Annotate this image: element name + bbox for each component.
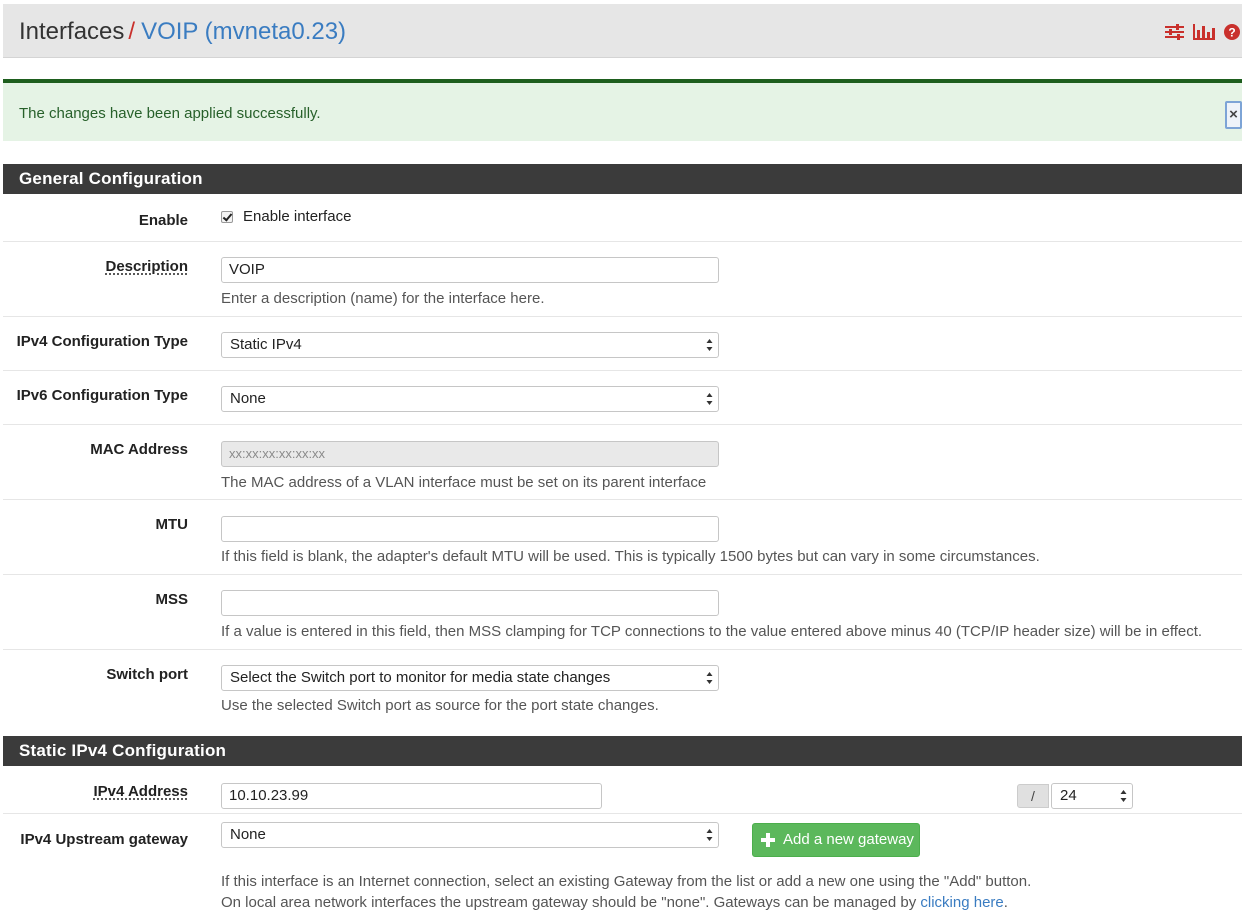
description-input[interactable]: VOIP: [221, 257, 719, 283]
select-arrows-icon: [1120, 790, 1127, 802]
ipv4-type-select[interactable]: Static IPv4: [221, 332, 719, 358]
mtu-help: If this field is blank, the adapter's de…: [221, 548, 1040, 565]
add-gateway-label: Add a new gateway: [783, 831, 914, 848]
breadcrumb-current[interactable]: VOIP (mvneta0.23): [141, 18, 346, 45]
svg-text:?: ?: [1228, 26, 1235, 40]
gateway-value: None: [230, 826, 266, 843]
breadcrumb-separator: /: [128, 18, 136, 45]
gateway-manage-link[interactable]: clicking here: [920, 894, 1003, 911]
gateway-help-line1: If this interface is an Internet connect…: [221, 873, 1032, 890]
gateway-row: IPv4 Upstream gateway None Add a new gat…: [3, 814, 1242, 914]
add-gateway-button[interactable]: Add a new gateway: [752, 823, 920, 857]
sliders-icon[interactable]: [1165, 24, 1184, 40]
bar-chart-icon[interactable]: [1193, 24, 1215, 40]
mss-input[interactable]: [221, 590, 719, 616]
ipv6-type-value: None: [230, 390, 266, 407]
mac-input[interactable]: xx:xx:xx:xx:xx:xx: [221, 441, 719, 467]
switch-port-help: Use the selected Switch port as source f…: [221, 697, 659, 714]
panel-title: Static IPv4 Configuration: [3, 736, 1242, 766]
help-icon[interactable]: ?: [1224, 24, 1240, 40]
description-help: Enter a description (name) for the inter…: [221, 290, 545, 307]
select-arrows-icon: [706, 829, 713, 841]
page-header: Interfaces / VOIP (mvneta0.23) ?: [3, 4, 1242, 58]
select-arrows-icon: [706, 393, 713, 405]
header-icons: ?: [1165, 24, 1240, 40]
mss-label: MSS: [155, 591, 188, 608]
gateway-help-end: .: [1003, 894, 1008, 911]
switch-port-value: Select the Switch port to monitor for me…: [230, 669, 611, 686]
static-ipv4-panel: Static IPv4 Configuration IPv4 Address 1…: [3, 736, 1242, 914]
success-alert: The changes have been applied successful…: [3, 79, 1242, 141]
mac-label: MAC Address: [90, 441, 188, 458]
enable-row: Enable Enable interface: [3, 194, 1242, 242]
gateway-help-line2: On local area network interfaces the ups…: [221, 894, 1008, 911]
breadcrumb-root[interactable]: Interfaces: [19, 18, 124, 45]
gateway-select[interactable]: None: [221, 822, 719, 848]
gateway-help-text: On local area network interfaces the ups…: [221, 894, 921, 911]
ipv4-type-label: IPv4 Configuration Type: [16, 333, 188, 350]
general-config-panel: General Configuration Enable Enable inte…: [3, 164, 1242, 724]
select-arrows-icon: [706, 672, 713, 684]
breadcrumb: Interfaces / VOIP (mvneta0.23): [19, 18, 346, 46]
gateway-label: IPv4 Upstream gateway: [20, 831, 188, 848]
switch-port-select[interactable]: Select the Switch port to monitor for me…: [221, 665, 719, 691]
mtu-input[interactable]: [221, 516, 719, 542]
cidr-slash: /: [1017, 784, 1049, 808]
enable-checkbox[interactable]: Enable interface: [221, 208, 351, 225]
cidr-value: 24: [1060, 787, 1077, 804]
mss-help: If a value is entered in this field, the…: [221, 623, 1203, 640]
select-arrows-icon: [706, 339, 713, 351]
mac-row: MAC Address xx:xx:xx:xx:xx:xx The MAC ad…: [3, 425, 1242, 500]
enable-checkbox-label: Enable interface: [243, 208, 352, 225]
description-row: Description VOIP Enter a description (na…: [3, 242, 1242, 317]
ipv6-type-row: IPv6 Configuration Type None: [3, 371, 1242, 425]
switch-port-row: Switch port Select the Switch port to mo…: [3, 650, 1242, 724]
mac-help: The MAC address of a VLAN interface must…: [221, 474, 707, 491]
mtu-row: MTU If this field is blank, the adapter'…: [3, 500, 1242, 575]
checkbox-checked-icon[interactable]: [221, 210, 233, 223]
alert-close-button[interactable]: ×: [1225, 101, 1242, 129]
ipv4-type-value: Static IPv4: [230, 336, 302, 353]
mtu-label: MTU: [155, 516, 189, 533]
ipv4-address-label: IPv4 Address: [93, 783, 189, 800]
panel-title: General Configuration: [3, 164, 1242, 194]
description-label: Description: [105, 258, 188, 275]
plus-icon: [761, 833, 775, 847]
mss-row: MSS If a value is entered in this field,…: [3, 575, 1242, 650]
alert-message: The changes have been applied successful…: [19, 105, 321, 122]
ipv4-type-row: IPv4 Configuration Type Static IPv4: [3, 317, 1242, 371]
ipv6-type-label: IPv6 Configuration Type: [16, 387, 188, 404]
switch-port-label: Switch port: [106, 666, 188, 683]
enable-label: Enable: [138, 212, 188, 229]
ipv6-type-select[interactable]: None: [221, 386, 719, 412]
ipv4-address-input[interactable]: 10.10.23.99: [221, 783, 602, 809]
cidr-select[interactable]: 24: [1051, 783, 1133, 809]
ipv4-address-row: IPv4 Address 10.10.23.99 / 24: [3, 766, 1242, 814]
